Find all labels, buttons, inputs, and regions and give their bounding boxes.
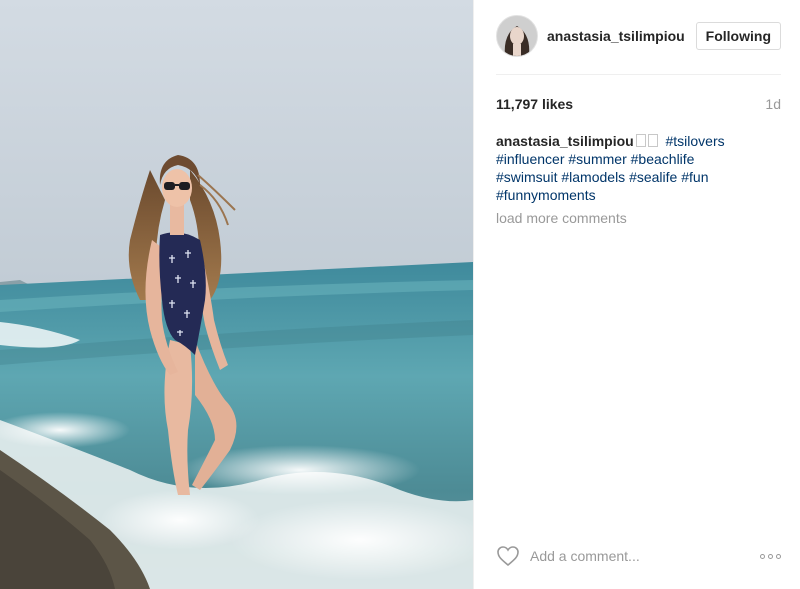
post-photo[interactable] (0, 0, 473, 589)
hashtag-link[interactable]: #fun (681, 169, 708, 185)
avatar[interactable] (496, 15, 538, 57)
header-username[interactable]: anastasia_tsilimpiou (547, 28, 696, 44)
beach-photo (0, 0, 473, 589)
hashtag-link[interactable]: #beachlife (631, 151, 695, 167)
heart-icon[interactable] (496, 545, 520, 567)
load-more-comments-link[interactable]: load more comments (496, 210, 627, 226)
hashtag-link[interactable]: #tsilovers (666, 133, 725, 149)
caption-username[interactable]: anastasia_tsilimpiou (496, 133, 634, 149)
following-button[interactable]: Following (695, 22, 781, 50)
likes-row: 11,797 likes 1d (496, 96, 781, 112)
comment-bar (496, 544, 781, 568)
post-caption: anastasia_tsilimpiou #tsilovers #influen… (496, 132, 746, 204)
hashtag-link[interactable]: #influencer (496, 151, 565, 167)
dot (768, 553, 773, 559)
hashtag-link[interactable]: #summer (568, 151, 626, 167)
avatar-image (497, 16, 537, 56)
header-divider (496, 74, 781, 75)
hashtag-link[interactable]: #swimsuit (496, 169, 557, 185)
emoji-glyph-icon (635, 134, 646, 147)
instagram-post: anastasia_tsilimpiou Following 11,797 li… (0, 0, 800, 589)
post-header: anastasia_tsilimpiou Following (496, 14, 781, 58)
post-details-panel: anastasia_tsilimpiou Following 11,797 li… (473, 0, 800, 589)
hashtag-link[interactable]: #lamodels (561, 169, 625, 185)
dot (760, 553, 765, 559)
hashtag-link[interactable]: #funnymoments (496, 187, 596, 203)
hashtag-link[interactable]: #sealife (629, 169, 677, 185)
add-comment-input[interactable] (530, 548, 730, 564)
likes-count[interactable]: 11,797 likes (496, 96, 573, 112)
dot (776, 553, 781, 559)
post-time[interactable]: 1d (765, 96, 781, 112)
more-options-icon[interactable] (760, 550, 781, 563)
emoji-glyph-icon (647, 134, 658, 147)
